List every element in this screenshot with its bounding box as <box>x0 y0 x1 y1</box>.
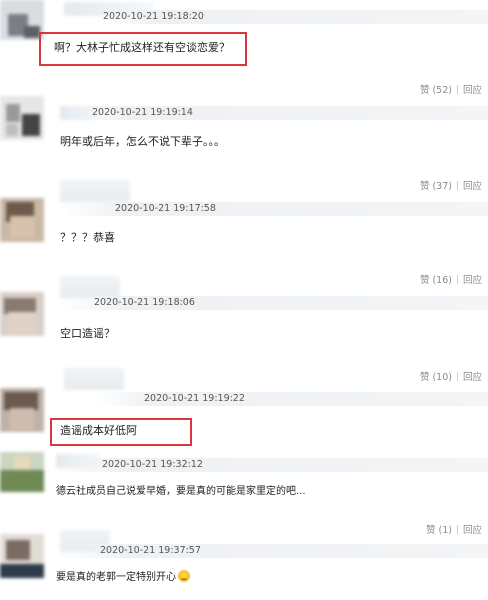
username[interactable] <box>60 180 130 202</box>
comment-timestamp: 2020-10-21 19:37:57 <box>100 545 201 556</box>
comment-item: 2020-10-21 19:17:58 ？？？恭喜 赞 (16) 回应 <box>0 180 488 286</box>
avatar[interactable] <box>0 534 44 578</box>
avatar[interactable] <box>0 388 44 432</box>
avatar[interactable] <box>0 198 44 242</box>
comment-timestamp: 2020-10-21 19:32:12 <box>102 459 203 470</box>
comment-timestamp: 2020-10-21 19:19:22 <box>144 393 245 404</box>
comment-item: 2020-10-21 19:19:22 造谣成本好低阿 <box>0 366 488 446</box>
comment-item: 2020-10-21 19:37:57 要是真的老郭一定特别开心 <box>0 530 488 600</box>
username[interactable] <box>64 368 124 390</box>
username[interactable] <box>60 276 120 298</box>
comment-item: 2020-10-21 19:18:20 啊？大林子忙成这样还有空谈恋爱？ 赞 (… <box>0 0 488 96</box>
grinning-face-emoji-icon <box>178 570 190 582</box>
avatar[interactable] <box>0 0 44 40</box>
comment-timestamp: 2020-10-21 19:19:14 <box>92 107 193 118</box>
comment-text: ？？？恭喜 <box>60 231 115 244</box>
comment-text: 空口造谣？ <box>60 327 115 340</box>
comment-list: 2020-10-21 19:18:20 啊？大林子忙成这样还有空谈恋爱？ 赞 (… <box>0 0 488 600</box>
comment-timestamp: 2020-10-21 19:18:06 <box>94 297 195 308</box>
comment-text: 啊？大林子忙成这样还有空谈恋爱？ <box>54 41 230 54</box>
comment-text: 造谣成本好低阿 <box>60 424 137 437</box>
comment-item: 2020-10-21 19:32:12 德云社成员自己说爱早婚，要是真的可能是家… <box>0 446 488 536</box>
comment-text: 明年或后年，怎么不说下辈子。。。 <box>60 135 225 148</box>
comment-item: 2020-10-21 19:18:06 空口造谣？ 赞 (10) 回应 <box>0 276 488 383</box>
comment-text: 要是真的老郭一定特别开心 <box>56 570 190 586</box>
comment-item: 2020-10-21 19:19:14 明年或后年，怎么不说下辈子。。。 赞 (… <box>0 90 488 192</box>
comment-timestamp: 2020-10-21 19:17:58 <box>115 203 216 214</box>
comment-text: 德云社成员自己说爱早婚，要是真的可能是家里定的吧... <box>56 486 306 497</box>
comment-timestamp: 2020-10-21 19:18:20 <box>103 11 204 22</box>
avatar[interactable] <box>0 452 44 492</box>
avatar[interactable] <box>0 96 44 140</box>
avatar[interactable] <box>0 292 44 336</box>
comment-text-content: 要是真的老郭一定特别开心 <box>56 572 176 583</box>
